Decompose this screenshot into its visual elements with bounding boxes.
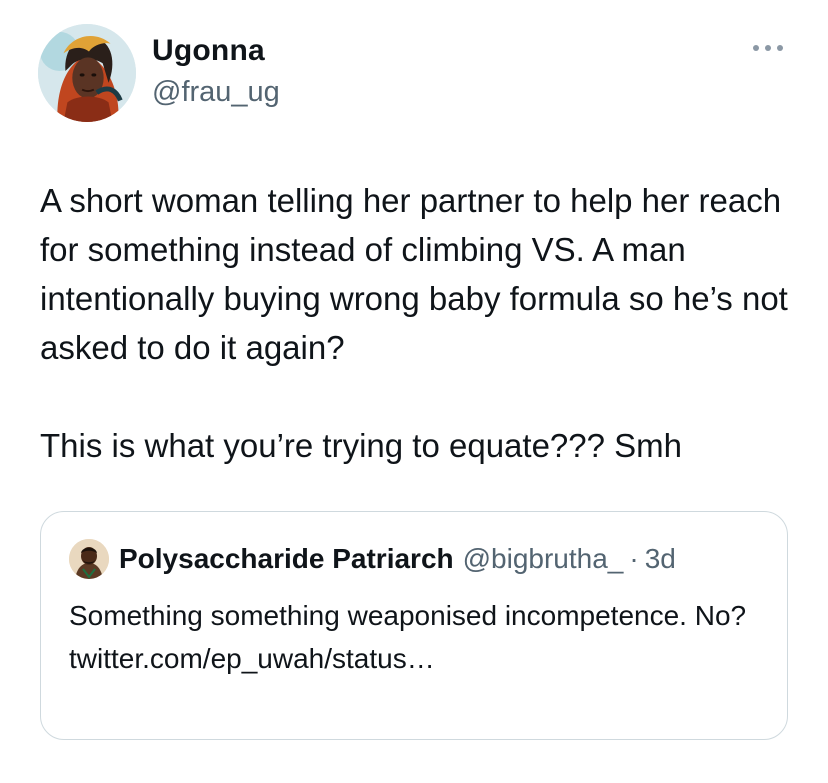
quoted-tweet[interactable]: Polysaccharide Patriarch @bigbrutha_ · 3… xyxy=(40,511,788,740)
quoted-author-handle[interactable]: @bigbrutha_ xyxy=(463,543,624,575)
dot xyxy=(753,45,759,51)
quoted-author-name[interactable]: Polysaccharide Patriarch xyxy=(119,543,454,575)
dot xyxy=(765,45,771,51)
dot xyxy=(777,45,783,51)
quoted-tweet-header: Polysaccharide Patriarch @bigbrutha_ · 3… xyxy=(69,539,676,579)
separator-dot: · xyxy=(629,543,639,574)
tweet-card: Ugonna @frau_ug A short woman telling he… xyxy=(0,0,828,783)
more-options-icon[interactable] xyxy=(750,36,786,60)
quoted-tweet-text: Something something weaponised incompete… xyxy=(69,600,747,674)
tweet-paragraph: This is what you’re trying to equate??? … xyxy=(40,427,683,464)
portrait-avatar-icon xyxy=(38,24,136,122)
author-handle[interactable]: @frau_ug xyxy=(152,76,280,109)
author-avatar[interactable] xyxy=(38,24,136,122)
tweet-paragraph: A short woman telling her partner to hel… xyxy=(40,182,798,366)
author-name[interactable]: Ugonna xyxy=(152,34,265,68)
portrait-avatar-icon xyxy=(69,539,109,579)
quoted-author-avatar[interactable] xyxy=(69,539,109,579)
quoted-timestamp[interactable]: 3d xyxy=(645,543,676,575)
tweet-text: A short woman telling her partner to hel… xyxy=(40,176,790,470)
